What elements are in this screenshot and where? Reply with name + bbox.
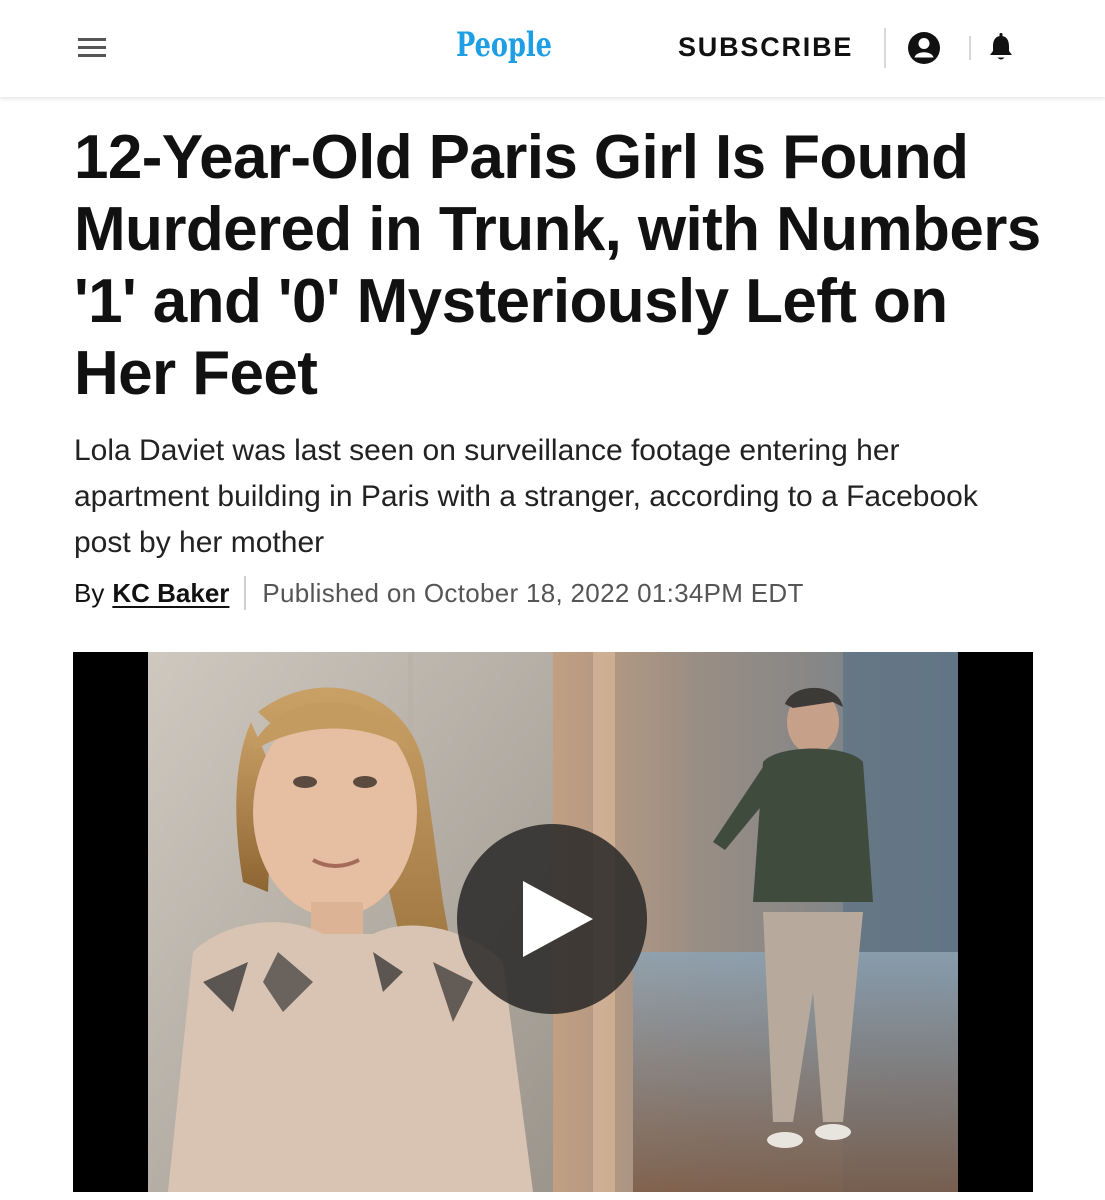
header-divider <box>884 28 886 68</box>
subscribe-button[interactable]: SUBSCRIBE <box>678 30 853 64</box>
play-button[interactable] <box>457 824 647 1014</box>
bell-icon <box>990 33 1012 60</box>
logo-text: People <box>456 25 552 65</box>
author-link[interactable]: KC Baker <box>112 578 229 608</box>
menu-icon <box>78 38 106 57</box>
video-player[interactable] <box>73 652 1033 1192</box>
account-icon <box>908 32 940 64</box>
byline-divider <box>244 576 247 611</box>
site-header: People SUBSCRIBE <box>0 0 1105 97</box>
people-logo[interactable]: People <box>448 16 560 72</box>
menu-button[interactable] <box>74 34 110 62</box>
byline: By KC Baker Published on October 18, 2022 … <box>74 574 804 612</box>
notifications-button[interactable] <box>985 30 1017 64</box>
article-headline: 12-Year-Old Paris Girl Is Found Murdered… <box>74 123 1041 408</box>
publish-date: Published on October 18, 2022 01:34PM ED… <box>262 578 804 608</box>
account-button[interactable] <box>905 29 943 67</box>
article-dek: Lola Daviet was last seen on surveillanc… <box>74 434 978 559</box>
byline-prefix: By <box>74 578 105 608</box>
header-divider <box>969 36 971 60</box>
play-icon <box>523 881 593 957</box>
